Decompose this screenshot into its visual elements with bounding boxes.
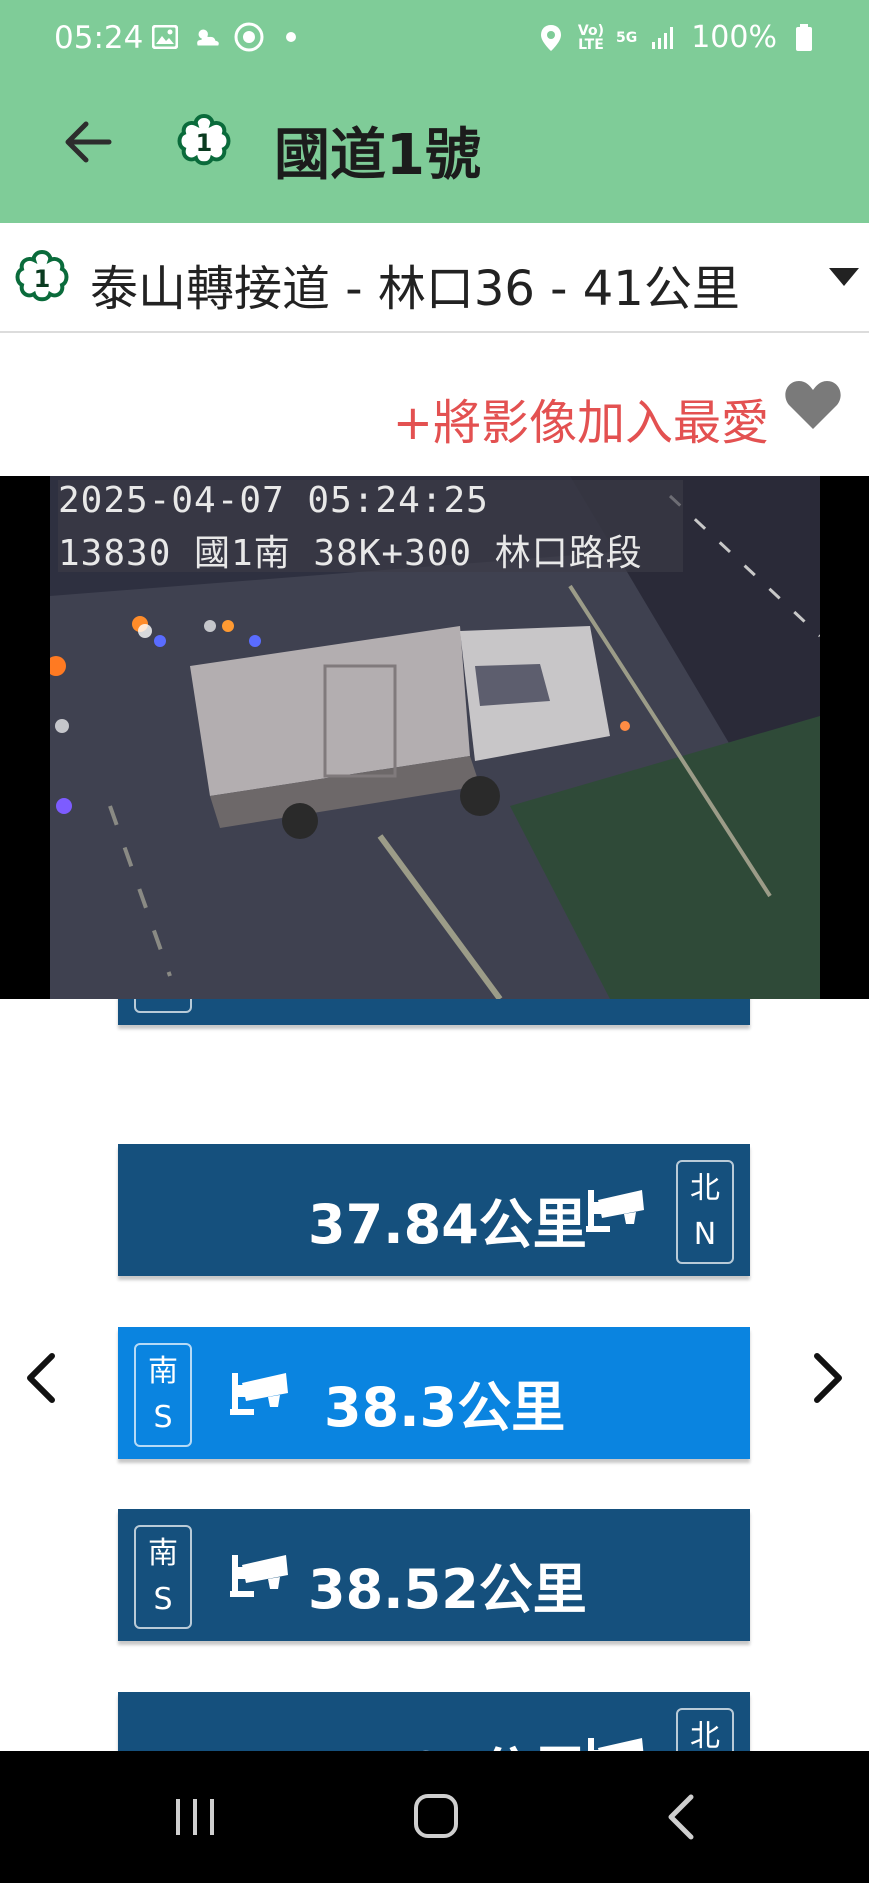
signal-icon	[649, 23, 679, 53]
camera-list-item[interactable]: 38.63公里 北 N	[118, 1692, 750, 1751]
status-right: Vo) LTE 5G 100%	[536, 20, 819, 55]
camera-km: 37.84公里	[308, 1193, 587, 1256]
camera-list-item-selected[interactable]: 南 S 38.3公里	[118, 1327, 750, 1459]
system-nav-bar	[0, 1751, 869, 1883]
svg-text:1: 1	[34, 265, 51, 293]
camera-image: 2025-04-07 05:24:25 13830 國1南 38K+300 林口…	[50, 476, 820, 999]
selector-label: 泰山轉接道 - 林口36 - 41公里	[90, 261, 740, 317]
direction-en: S	[153, 1582, 173, 1617]
direction-badge: 北 N	[676, 1160, 734, 1264]
location-icon	[536, 23, 566, 53]
caret-down-icon	[829, 268, 859, 286]
weather-icon	[192, 22, 222, 52]
freeway-logo-icon: 1	[14, 249, 70, 305]
previous-button[interactable]	[22, 1350, 62, 1406]
add-favorite-button[interactable]: +將影像加入最愛	[393, 383, 769, 453]
camera-timestamp: 2025-04-07 05:24:25	[58, 480, 489, 521]
camera-km: 38.63公里	[308, 1728, 587, 1751]
back-button[interactable]	[58, 112, 118, 172]
direction-zh: 北	[690, 1171, 720, 1206]
status-left-icons	[150, 22, 306, 52]
screen: 05:24 Vo) LTE 5G 100% 1 國道1號 1 泰山轉接道 - 林…	[0, 0, 869, 1883]
section-selector[interactable]: 1 泰山轉接道 - 林口36 - 41公里	[0, 223, 869, 333]
chevron-left-icon	[27, 1353, 55, 1403]
camera-km: 38.3公里	[324, 1376, 566, 1439]
favorite-row: +將影像加入最愛	[0, 335, 869, 475]
camera-list: 37.84公里 北 N 南 S 38.3公里 南 S 38.52公里 北	[0, 999, 869, 1751]
svg-text:1: 1	[196, 129, 213, 157]
direction-badge: 南 S	[134, 1525, 192, 1629]
direction-en: N	[693, 1217, 717, 1252]
camera-km: 38.52公里	[308, 1558, 587, 1621]
app-bar: 05:24 Vo) LTE 5G 100% 1 國道1號	[0, 0, 869, 223]
camera-list-item[interactable]: 37.84公里 北 N	[118, 1144, 750, 1276]
direction-badge: 南 S	[134, 1343, 192, 1447]
cctv-camera-icon	[224, 1545, 294, 1605]
heart-icon[interactable]	[783, 377, 843, 433]
direction-zh: 北	[690, 1719, 720, 1751]
direction-zh: 南	[148, 1354, 178, 1389]
battery-icon	[789, 23, 819, 53]
direction-badge: 北 N	[676, 1708, 734, 1751]
system-back-button[interactable]	[665, 1793, 697, 1841]
volte-icon: Vo) LTE	[577, 22, 604, 53]
camera-list-item[interactable]: 南 S 38.52公里	[118, 1509, 750, 1641]
starbucks-icon	[234, 22, 264, 52]
cctv-camera-icon	[580, 1180, 650, 1240]
status-time: 05:24	[54, 20, 144, 56]
chevron-right-icon	[814, 1353, 842, 1403]
5g-icon: 5G	[615, 29, 638, 46]
freeway-logo-icon: 1	[176, 113, 232, 169]
camera-location: 13830 國1南 38K+300 林口路段	[58, 533, 643, 574]
cctv-camera-icon	[224, 1363, 294, 1423]
cctv-camera-icon	[580, 1728, 650, 1751]
camera-view: 2025-04-07 05:24:25 13830 國1南 38K+300 林口…	[0, 476, 869, 999]
recents-icon	[176, 1799, 214, 1835]
recents-button[interactable]	[172, 1797, 218, 1837]
next-button[interactable]	[807, 1350, 847, 1406]
dot-icon	[276, 22, 306, 52]
page-title: 國道1號	[274, 123, 481, 188]
direction-en: S	[153, 1400, 173, 1435]
back-chevron-icon	[668, 1794, 694, 1840]
image-icon	[150, 22, 180, 52]
direction-badge	[134, 999, 192, 1013]
battery-text: 100%	[691, 20, 777, 55]
direction-zh: 南	[148, 1536, 178, 1571]
arrow-left-icon	[65, 121, 112, 163]
camera-list-item[interactable]	[118, 999, 750, 1025]
home-button[interactable]	[414, 1794, 458, 1838]
